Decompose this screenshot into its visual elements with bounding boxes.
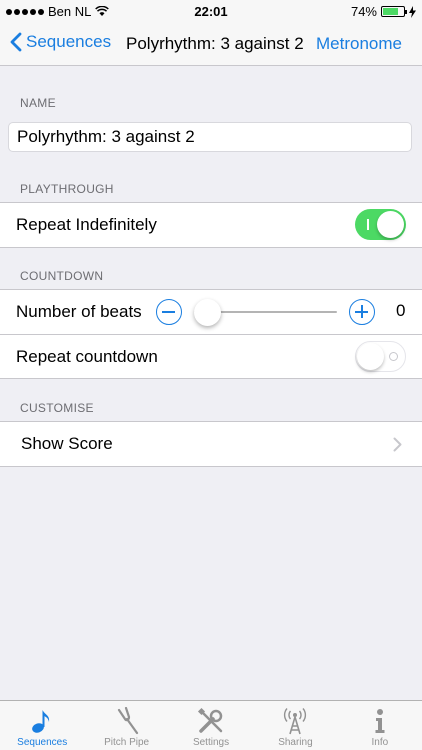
status-right: 74% xyxy=(351,4,416,19)
section-header-playthrough: PLAYTHROUGH xyxy=(20,182,114,196)
section-header-countdown: COUNTDOWN xyxy=(20,269,104,283)
battery-fill xyxy=(383,8,398,15)
antenna-icon xyxy=(284,708,307,735)
toggle-knob xyxy=(377,211,404,238)
tab-label: Sequences xyxy=(17,737,68,748)
tab-sharing[interactable]: Sharing xyxy=(253,701,337,750)
tools-icon xyxy=(197,707,223,733)
chevron-right-icon xyxy=(393,437,402,451)
back-button-label: Sequences xyxy=(26,32,112,51)
repeat-indefinitely-row: Repeat Indefinitely xyxy=(0,203,422,247)
customise-group: Show Score xyxy=(0,421,422,467)
tab-bar: Sequences Pitch Pipe Settings Sharing In… xyxy=(0,700,422,750)
navigation-bar: Sequences Polyrhythm: 3 against 2 Metron… xyxy=(0,22,422,66)
number-of-beats-row: Number of beats 0 xyxy=(0,290,422,334)
playthrough-group: Repeat Indefinitely xyxy=(0,202,422,248)
status-bar: Ben NL 22:01 74% xyxy=(0,0,422,22)
minus-icon xyxy=(162,311,175,313)
toggle-off-mark xyxy=(389,352,398,361)
name-input[interactable]: Polyrhythm: 3 against 2 xyxy=(8,122,412,152)
tab-sequences[interactable]: Sequences xyxy=(0,701,84,750)
tab-label: Info xyxy=(371,737,389,748)
repeat-countdown-toggle[interactable] xyxy=(355,341,406,372)
section-header-customise: CUSTOMISE xyxy=(20,401,94,415)
chevron-left-icon xyxy=(10,32,22,52)
page-title: Polyrhythm: 3 against 2 xyxy=(126,34,304,53)
repeat-countdown-row: Repeat countdown xyxy=(0,334,422,378)
info-icon xyxy=(375,709,385,733)
repeat-indefinitely-label: Repeat Indefinitely xyxy=(16,215,157,234)
show-score-label: Show Score xyxy=(21,434,113,453)
metronome-button[interactable]: Metronome xyxy=(316,34,402,54)
charging-bolt-icon xyxy=(409,5,416,18)
beats-slider-knob[interactable] xyxy=(194,299,221,326)
name-input-value: Polyrhythm: 3 against 2 xyxy=(17,127,195,146)
number-of-beats-label: Number of beats xyxy=(16,302,142,321)
repeat-countdown-label: Repeat countdown xyxy=(16,346,158,366)
tab-label: Pitch Pipe xyxy=(104,737,150,748)
beats-value: 0 xyxy=(396,301,406,320)
tab-info[interactable]: Info xyxy=(338,701,422,750)
tab-label: Settings xyxy=(192,737,230,748)
countdown-group: Number of beats 0 Repeat countdown xyxy=(0,289,422,379)
plus-icon-vertical xyxy=(361,305,363,318)
music-note-icon xyxy=(32,710,50,733)
tab-pitch-pipe[interactable]: Pitch Pipe xyxy=(84,701,168,750)
toggle-knob xyxy=(357,343,384,370)
repeat-indefinitely-toggle[interactable] xyxy=(355,209,406,240)
tab-settings[interactable]: Settings xyxy=(169,701,253,750)
decrease-beats-button[interactable] xyxy=(156,299,182,325)
tuning-fork-icon xyxy=(117,707,138,735)
show-score-row[interactable]: Show Score xyxy=(0,422,422,466)
battery-icon xyxy=(381,6,407,17)
back-button[interactable]: Sequences xyxy=(10,32,111,52)
battery-percentage: 74% xyxy=(350,4,377,19)
section-header-name: NAME xyxy=(20,96,56,110)
toggle-on-mark xyxy=(367,219,369,230)
tab-label: Sharing xyxy=(278,737,313,748)
increase-beats-button[interactable] xyxy=(349,299,375,325)
